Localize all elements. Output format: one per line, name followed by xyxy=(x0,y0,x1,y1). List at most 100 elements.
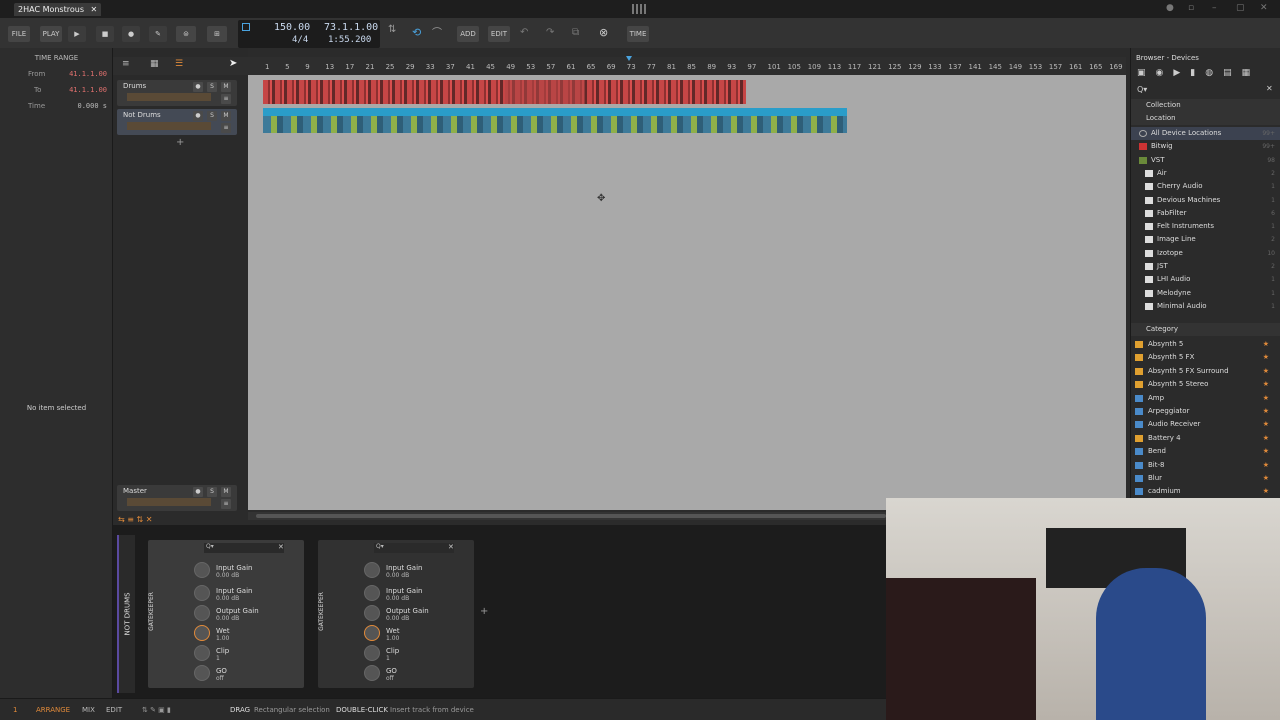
tempo-value[interactable]: 150.00 xyxy=(274,22,310,33)
automation-icon[interactable]: ✎ xyxy=(149,26,167,42)
edit-tab[interactable]: EDIT xyxy=(106,706,122,714)
favorite-star-icon[interactable]: ★ xyxy=(1263,485,1269,498)
add-device-icon[interactable]: + xyxy=(480,606,488,617)
param-knob[interactable] xyxy=(194,665,210,681)
location-item[interactable]: LHI Audio 1 xyxy=(1131,273,1280,286)
punch-icon[interactable]: ⌒ xyxy=(432,24,442,39)
loop-icon[interactable]: ⟲ xyxy=(412,26,421,39)
location-item[interactable]: JST 2 xyxy=(1131,260,1280,273)
category-item[interactable]: cadmium ★ xyxy=(1131,485,1280,498)
record-icon[interactable]: ● xyxy=(122,26,140,42)
favorite-star-icon[interactable]: ★ xyxy=(1263,338,1269,351)
favorite-star-icon[interactable]: ★ xyxy=(1263,378,1269,391)
location-item[interactable]: Cherry Audio 1 xyxy=(1131,180,1280,193)
location-item[interactable]: Felt Instruments 1 xyxy=(1131,220,1280,233)
close-icon[interactable]: ✕ xyxy=(91,5,98,14)
panel-tools-icon[interactable]: ⇆ ≡ ⇅ ✕ xyxy=(118,515,152,524)
edit-button[interactable]: EDIT xyxy=(488,26,510,42)
file-button[interactable]: FILE xyxy=(8,26,30,42)
window-minimize-icon[interactable]: – xyxy=(1212,3,1217,13)
to-value[interactable]: 41.1.1.00 xyxy=(69,84,107,96)
metronome-icon[interactable] xyxy=(242,23,250,31)
param-knob[interactable] xyxy=(364,585,380,601)
favorite-star-icon[interactable]: ★ xyxy=(1263,365,1269,378)
device-search-field[interactable]: Q▾ xyxy=(204,543,284,553)
param-knob[interactable] xyxy=(364,645,380,661)
param-value[interactable]: 1 xyxy=(216,655,220,662)
play-icon[interactable]: ▶ xyxy=(68,26,86,42)
volume-slider[interactable] xyxy=(127,498,211,506)
favorite-star-icon[interactable]: ★ xyxy=(1263,472,1269,485)
minimize-icon[interactable]: ● xyxy=(1166,3,1174,13)
window-close-icon[interactable]: ✕ xyxy=(1260,3,1268,13)
grid-icon[interactable] xyxy=(632,4,646,14)
param-knob[interactable] xyxy=(364,605,380,621)
category-item[interactable]: Absynth 5 ★ xyxy=(1131,338,1280,351)
solo-button[interactable]: S xyxy=(207,487,217,497)
project-tab[interactable]: 2HAC Monstrous ✕ xyxy=(14,3,102,16)
add-button[interactable]: ADD xyxy=(457,26,479,42)
category-item[interactable]: Arpeggiator ★ xyxy=(1131,405,1280,418)
param-knob[interactable] xyxy=(194,605,210,621)
location-item[interactable]: Image Line 2 xyxy=(1131,233,1280,246)
param-value[interactable]: 0.00 dB xyxy=(386,615,409,622)
volume-slider[interactable] xyxy=(127,122,211,130)
copy-icon[interactable]: ⧉ xyxy=(572,27,579,38)
param-value[interactable]: 0.00 dB xyxy=(216,572,239,579)
param-value[interactable]: 0.00 dB xyxy=(386,595,409,602)
category-item[interactable]: Absynth 5 FX ★ xyxy=(1131,351,1280,364)
record-arm-icon[interactable]: ● xyxy=(193,82,203,92)
favorite-star-icon[interactable]: ★ xyxy=(1263,432,1269,445)
location-item[interactable]: FabFilter 6 xyxy=(1131,207,1280,220)
category-item[interactable]: Bit-8 ★ xyxy=(1131,459,1280,472)
device-close-icon[interactable]: ✕ xyxy=(448,543,454,551)
location-item[interactable]: Izotope 10 xyxy=(1131,247,1280,260)
category-header[interactable]: Category xyxy=(1131,323,1280,336)
window-maximize-icon[interactable]: ▢ xyxy=(1236,3,1245,13)
param-knob[interactable] xyxy=(194,562,210,578)
add-track-icon[interactable]: + xyxy=(176,137,184,148)
time-value[interactable]: 1:55.200 xyxy=(328,35,371,45)
category-item[interactable]: Battery 4 ★ xyxy=(1131,432,1280,445)
location-item[interactable]: Bitwig 99+ xyxy=(1131,140,1280,153)
status-tool-icons[interactable]: ⇅ ✎ ▣ ▮ xyxy=(142,706,171,714)
track-header-master[interactable]: Master ● S M ≡ xyxy=(117,485,237,511)
stop-icon[interactable]: ■ xyxy=(96,26,114,42)
time-row[interactable]: Time 0.000 s xyxy=(4,100,109,112)
favorite-star-icon[interactable]: ★ xyxy=(1263,392,1269,405)
param-value[interactable]: 0.00 dB xyxy=(216,595,239,602)
favorite-star-icon[interactable]: ★ xyxy=(1263,459,1269,472)
clear-search-icon[interactable]: ✕ xyxy=(1266,84,1273,93)
collection-header[interactable]: Collection xyxy=(1131,99,1280,112)
play-label-button[interactable]: PLAY xyxy=(40,26,62,42)
param-value[interactable]: 0.00 dB xyxy=(386,572,409,579)
param-knob[interactable] xyxy=(194,645,210,661)
favorite-star-icon[interactable]: ★ xyxy=(1263,351,1269,364)
category-item[interactable]: Blur ★ xyxy=(1131,472,1280,485)
param-value[interactable]: off xyxy=(216,675,224,682)
scroll-thumb[interactable] xyxy=(256,514,886,518)
not-drums-clip-notes[interactable] xyxy=(263,116,847,133)
record-arm-icon[interactable]: ● xyxy=(193,111,203,121)
param-value[interactable]: 1.00 xyxy=(216,635,229,642)
position-value[interactable]: 73.1.1.00 xyxy=(324,22,378,33)
overdub-icon[interactable]: ⊜ xyxy=(176,26,196,42)
from-row[interactable]: From 41.1.1.00 xyxy=(4,68,109,80)
undo-icon[interactable]: ↶ xyxy=(520,27,528,38)
from-value[interactable]: 41.1.1.00 xyxy=(69,68,107,80)
track-header-drums[interactable]: Drums ● S M ≡ xyxy=(117,80,237,106)
track-view-icon[interactable]: ☰ xyxy=(175,59,183,69)
param-value[interactable]: 1.00 xyxy=(386,635,399,642)
category-item[interactable]: Audio Receiver ★ xyxy=(1131,418,1280,431)
favorite-star-icon[interactable]: ★ xyxy=(1263,418,1269,431)
category-item[interactable]: Amp ★ xyxy=(1131,392,1280,405)
restore-icon[interactable]: ▫ xyxy=(1188,3,1194,13)
param-knob[interactable] xyxy=(364,665,380,681)
record-arm-icon[interactable]: ● xyxy=(193,487,203,497)
arrange-tab[interactable]: ARRANGE xyxy=(36,706,70,714)
track-menu-icon[interactable]: ≡ xyxy=(221,94,231,104)
category-item[interactable]: Bend ★ xyxy=(1131,445,1280,458)
location-header[interactable]: Location xyxy=(1131,112,1280,125)
param-knob[interactable] xyxy=(364,562,380,578)
time-range-value[interactable]: 0.000 s xyxy=(77,100,107,112)
